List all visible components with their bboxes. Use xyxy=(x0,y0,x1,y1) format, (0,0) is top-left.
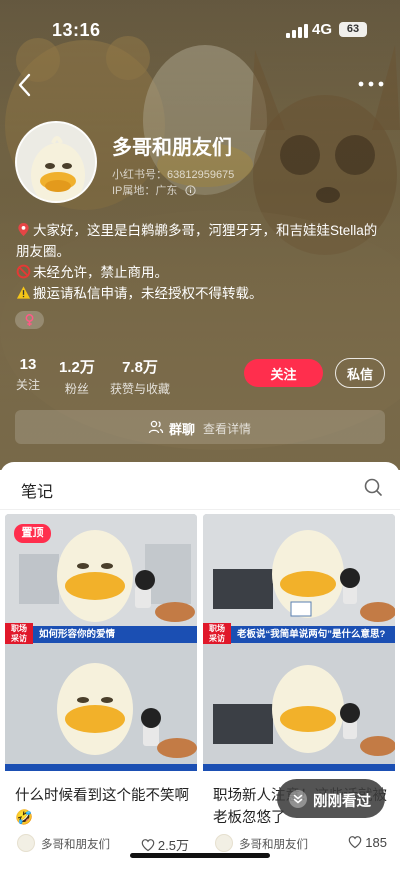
author-name: 多哥和朋友们 xyxy=(41,839,110,851)
bio-line: 搬运请私信申请，未经授权不得转载。 xyxy=(16,283,382,304)
note-cover: 置顶 职场 采访 如何形容你的爱情 xyxy=(5,514,197,771)
female-icon xyxy=(25,314,34,326)
more-options-icon[interactable] xyxy=(356,78,386,90)
note-cover: 职场 采访 老板说“我简单说两句”是什么意思? xyxy=(203,514,395,771)
group-detail-link[interactable]: 查看详情 xyxy=(203,420,251,437)
note-title: 什么时候看到这个能不笑啊🤣 xyxy=(15,788,189,826)
stat-label: 粉丝 xyxy=(64,382,89,396)
news-caption: 如何形容你的爱情 xyxy=(33,626,197,643)
xhs-id[interactable]: 小红书号：63812959675 xyxy=(112,166,234,182)
stat-followers[interactable]: 1.2万 粉丝 xyxy=(59,356,95,397)
follow-button[interactable]: 关注 xyxy=(244,359,323,387)
avatar[interactable] xyxy=(15,121,97,203)
profile-nickname: 多哥和朋友们 xyxy=(112,137,232,159)
notes-header: 笔记 xyxy=(0,462,400,510)
author-name: 多哥和朋友们 xyxy=(239,839,308,851)
warning-icon xyxy=(16,286,31,299)
news-banner: 职场 采访 老板说“我简单说两句”是什么意思? xyxy=(203,623,395,644)
recently-viewed-label: 刚刚看过 xyxy=(313,794,371,810)
info-icon[interactable] xyxy=(185,185,197,196)
search-icon[interactable] xyxy=(363,477,383,497)
prohibited-icon xyxy=(16,264,31,279)
home-indicator[interactable] xyxy=(130,853,270,858)
ip-location: IP属地：广东 xyxy=(112,182,197,198)
status-time: 13:16 xyxy=(52,20,101,40)
recently-viewed-button[interactable]: 刚刚看过 xyxy=(277,779,385,818)
group-chat-bar[interactable]: 群聊 查看详情 xyxy=(15,410,385,444)
status-bar: 13:16 4G 63 xyxy=(0,0,400,60)
stat-value: 7.8万 xyxy=(122,359,158,376)
pinned-badge: 置顶 xyxy=(14,524,51,543)
gender-tag xyxy=(15,311,44,329)
ip-location-text: IP属地：广东 xyxy=(112,185,178,197)
bio-line: 未经允许，禁止商用。 xyxy=(16,262,382,283)
profile-bio: 大家好，这里是白鹈鹕多哥，河狸牙牙，和吉娃娃Stella的朋友圈。 未经允许，禁… xyxy=(16,220,382,304)
stat-following[interactable]: 13 关注 xyxy=(16,356,40,393)
author-avatar xyxy=(17,834,35,852)
author-avatar xyxy=(215,834,233,852)
message-button[interactable]: 私信 xyxy=(335,358,385,388)
news-tag: 职场 采访 xyxy=(5,623,33,644)
group-name: 群聊 xyxy=(169,422,196,437)
cellular-signal-icon xyxy=(286,24,308,38)
stat-value: 13 xyxy=(19,356,37,373)
location-pin-icon xyxy=(18,222,29,237)
heart-icon xyxy=(141,839,155,852)
like-count[interactable]: 185 xyxy=(348,835,387,850)
double-chevron-down-icon xyxy=(289,790,307,808)
tab-notes[interactable]: 笔记 xyxy=(21,478,53,502)
news-caption: 老板说“我简单说两句”是什么意思? xyxy=(231,626,395,643)
news-tag: 职场 采访 xyxy=(203,623,231,644)
heart-icon xyxy=(348,836,362,849)
stat-value: 1.2万 xyxy=(59,359,95,376)
bio-line: 大家好，这里是白鹈鹕多哥，河狸牙牙，和吉娃娃Stella的朋友圈。 xyxy=(16,222,378,259)
network-type: 4G xyxy=(312,21,333,38)
stat-label: 获赞与收藏 xyxy=(110,382,171,396)
stat-likes-collects[interactable]: 7.8万 获赞与收藏 xyxy=(110,356,170,397)
battery-icon: 63 xyxy=(339,22,367,37)
note-card[interactable]: 置顶 职场 采访 如何形容你的爱情 什么时候看到这个能不笑啊🤣 多哥和朋友们 2… xyxy=(5,514,197,869)
back-arrow-icon[interactable] xyxy=(14,72,38,98)
like-count[interactable]: 2.5万 xyxy=(141,835,189,854)
stat-label: 关注 xyxy=(16,378,41,392)
group-users-icon xyxy=(148,420,164,434)
news-banner: 职场 采访 如何形容你的爱情 xyxy=(5,623,197,644)
